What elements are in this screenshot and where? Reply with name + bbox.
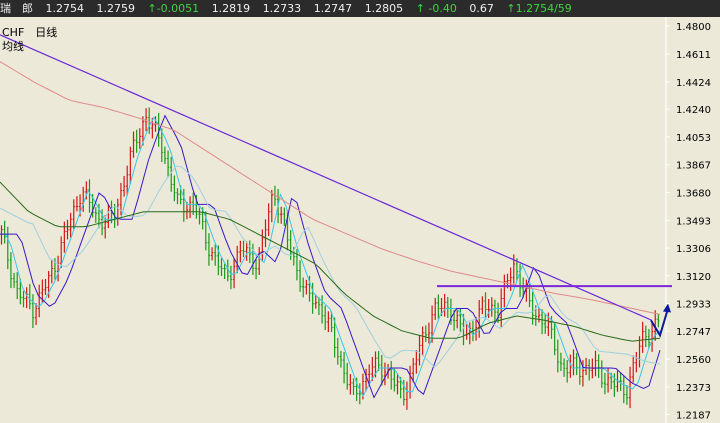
quote-value-4: 1.2819 <box>211 2 251 15</box>
y-tick-label: 1.2373 <box>676 383 711 394</box>
y-tick-label: 1.2933 <box>676 300 711 311</box>
indicator-label: 均线 <box>2 40 24 53</box>
y-tick-label: 1.3120 <box>676 272 711 283</box>
y-tick-label: 1.2747 <box>676 327 711 338</box>
quote-change-pct: ↑ -0.40 <box>415 2 457 15</box>
price-axis: 1.4800 1.4611 1.4424 1.4240 1.4053 1.3867 1.36… <box>666 22 711 422</box>
quote-change: ↑-0.0051 <box>147 2 200 15</box>
quote-value-7: 1.2805 <box>364 2 404 15</box>
y-tick-label: 1.4053 <box>676 133 711 144</box>
instrument-name: 瑞 郎 <box>0 2 33 15</box>
y-tick-label: 1.4424 <box>676 78 711 89</box>
quote-high: 1.2759 <box>96 2 136 15</box>
y-tick-label: 1.4611 <box>676 50 711 61</box>
y-tick-label: 1.4800 <box>676 22 711 33</box>
quote-last: ↑1.2754/59 <box>506 2 572 15</box>
quote-value-5: 1.2733 <box>262 2 302 15</box>
quote-open: 1.2754 <box>45 2 85 15</box>
candlestick-chart[interactable]: 1.4800 1.4611 1.4424 1.4240 1.4053 1.3867 1.36… <box>0 17 720 423</box>
quote-bar: 瑞 郎 1.2754 1.2759 ↑-0.0051 1.2819 1.2733… <box>0 0 720 17</box>
y-tick-label: 1.3306 <box>676 244 711 255</box>
y-tick-label: 1.2187 <box>676 411 711 422</box>
quote-extra: 0.67 <box>469 2 494 15</box>
y-tick-label: 1.4240 <box>676 105 711 116</box>
y-tick-label: 1.2560 <box>676 355 711 366</box>
y-tick-label: 1.3493 <box>676 216 711 227</box>
quote-value-6: 1.2747 <box>313 2 353 15</box>
y-tick-label: 1.3867 <box>676 161 711 172</box>
chart-window: 瑞 郎 1.2754 1.2759 ↑-0.0051 1.2819 1.2733… <box>0 0 720 423</box>
y-tick-label: 1.3680 <box>676 188 711 199</box>
